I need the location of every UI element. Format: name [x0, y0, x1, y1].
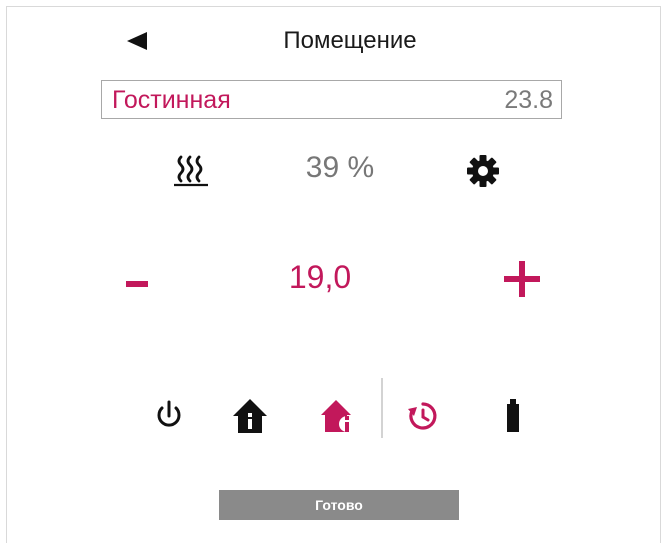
- plus-icon: [504, 261, 540, 297]
- room-name: Гостинная: [112, 86, 231, 114]
- minus-icon: [126, 281, 148, 287]
- power-button[interactable]: [151, 398, 187, 438]
- timer-icon: [408, 402, 437, 430]
- power-icon: [157, 400, 181, 427]
- room-temperature: 23.8: [504, 86, 553, 114]
- timer-button[interactable]: [405, 398, 441, 438]
- home-mode-button[interactable]: [232, 396, 268, 436]
- battery-icon: [507, 399, 519, 432]
- done-button[interactable]: Готово: [219, 490, 459, 520]
- settings-button[interactable]: [466, 154, 500, 188]
- home-info-icon: [233, 399, 267, 433]
- back-triangle-icon: [127, 32, 147, 50]
- increase-setpoint-button[interactable]: [502, 259, 542, 299]
- home-info-icon: [321, 400, 355, 432]
- setpoint-value: 19,0: [288, 259, 352, 295]
- decrease-setpoint-button[interactable]: [124, 270, 152, 294]
- gear-icon: [467, 155, 499, 187]
- mode-divider: [381, 378, 383, 438]
- room-selector[interactable]: Гостинная 23.8: [101, 80, 562, 119]
- page-title: Помещение: [283, 27, 417, 54]
- back-button[interactable]: [125, 30, 149, 52]
- heating-waves-icon: [173, 153, 209, 187]
- battery-button[interactable]: [495, 396, 531, 436]
- heating-percent: 39 %: [305, 151, 375, 184]
- home-mode-active-button[interactable]: [320, 396, 356, 436]
